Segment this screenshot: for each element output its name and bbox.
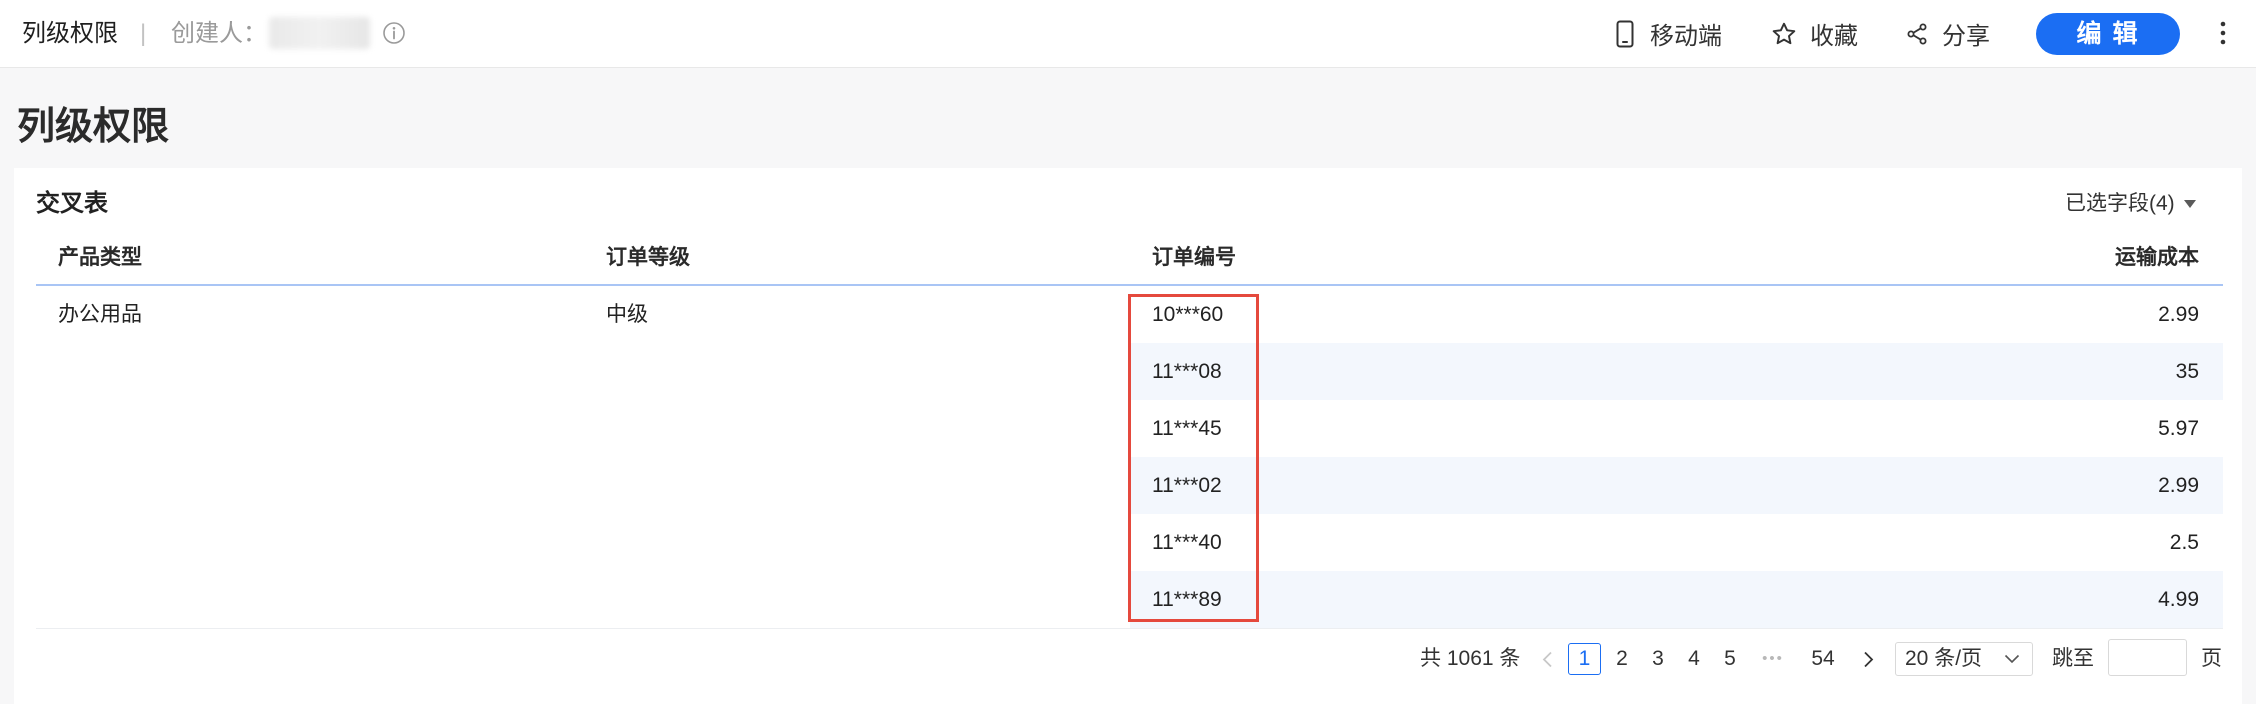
pagination-total: 共 1061 条	[1420, 647, 1521, 670]
pagination-next[interactable]	[1853, 643, 1883, 675]
card-title: 交叉表	[36, 190, 108, 217]
mobile-button[interactable]: 移动端	[1616, 0, 1722, 67]
mobile-phone-icon	[1616, 20, 1634, 47]
app-title: 列级权限	[22, 20, 118, 47]
masked-column-highlight	[1128, 294, 1259, 622]
pagination-page[interactable]: 2	[1607, 643, 1637, 675]
star-icon	[1772, 22, 1796, 44]
crosstab-table: 产品类型 订单等级 订单编号 运输成本 办公用品 中级 10***60 2.99…	[36, 232, 2223, 632]
field-selector-dropdown[interactable]: 已选字段(4)	[2065, 190, 2197, 218]
column-header-order-level[interactable]: 订单等级	[606, 232, 690, 284]
more-vertical-icon[interactable]	[2216, 20, 2230, 46]
chevron-right-icon	[1863, 651, 1873, 667]
info-circle-icon[interactable]	[382, 21, 406, 45]
pagination-page-last[interactable]: 54	[1806, 643, 1840, 675]
cell-shipping-cost: 2.99	[2158, 303, 2199, 326]
edit-button[interactable]: 编 辑	[2036, 13, 2180, 55]
pagination-page[interactable]: 4	[1679, 643, 1709, 675]
pagination-page[interactable]: 3	[1643, 643, 1673, 675]
top-bar: 列级权限 | 创建人： 移动端 收藏 分享 编 辑	[0, 0, 2256, 68]
pagination-page-current[interactable]: 1	[1568, 643, 1601, 675]
page-title: 列级权限	[17, 106, 170, 148]
chevron-left-icon	[1542, 651, 1552, 667]
table-bottom-divider	[36, 628, 2223, 629]
cell-shipping-cost: 2.99	[2158, 474, 2199, 497]
cell-shipping-cost: 5.97	[2158, 417, 2199, 440]
field-selector-label: 已选字段(4)	[2065, 192, 2175, 215]
favorite-button[interactable]: 收藏	[1771, 0, 1858, 67]
cell-shipping-cost: 4.99	[2158, 588, 2199, 611]
column-header-order-no[interactable]: 订单编号	[1152, 232, 1236, 284]
title-separator: |	[140, 20, 147, 47]
share-button[interactable]: 分享	[1905, 0, 1990, 67]
page-size-value: 20 条/页	[1905, 647, 1983, 670]
pagination-prev[interactable]	[1532, 643, 1562, 675]
table-header: 产品类型 订单等级 订单编号 运输成本	[36, 232, 2223, 286]
caret-down-icon	[2183, 200, 2196, 208]
pagination-page[interactable]: 5	[1715, 643, 1745, 675]
chevron-down-icon	[2004, 654, 2020, 664]
favorite-label: 收藏	[1810, 23, 1858, 50]
column-header-shipping-cost[interactable]: 运输成本	[1680, 232, 2223, 284]
creator-label: 创建人：	[171, 20, 267, 47]
cell-shipping-cost: 35	[2175, 360, 2199, 383]
mobile-label: 移动端	[1650, 23, 1722, 50]
column-header-product-type[interactable]: 产品类型	[58, 232, 142, 284]
jump-label: 跳至	[2052, 647, 2094, 670]
merged-cell-order-level: 中级	[606, 303, 648, 326]
share-label: 分享	[1942, 23, 1990, 50]
page-suffix: 页	[2201, 647, 2222, 670]
share-icon	[1907, 23, 1927, 44]
pagination-ellipsis[interactable]: •••	[1755, 643, 1791, 675]
crosstab-card: 交叉表 已选字段(4) 产品类型 订单等级 订单编号 运输成本 办公用品 中级 …	[14, 168, 2242, 704]
cell-shipping-cost: 2.5	[2169, 531, 2199, 554]
merged-cell-product-type: 办公用品	[58, 303, 142, 326]
page-size-select[interactable]: 20 条/页	[1895, 642, 2033, 676]
jump-page-input[interactable]	[2108, 639, 2187, 676]
creator-name-redacted	[269, 17, 370, 49]
